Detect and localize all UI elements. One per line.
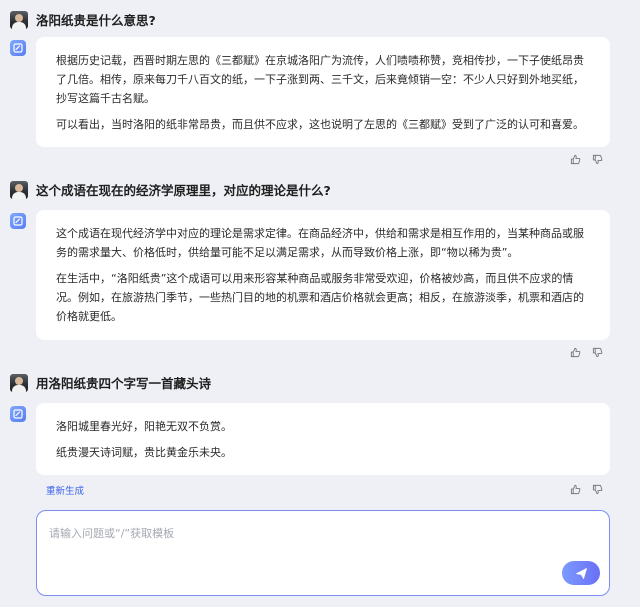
paper-plane-icon: [575, 567, 587, 579]
poem-line: 洛阳城里春光好，阳艳无双不负赏。: [56, 420, 232, 433]
chat-input-box: [36, 510, 610, 596]
thumbs-up-icon[interactable]: [568, 152, 582, 166]
answer-card: 根据历史记载，西晋时期左思的《三都赋》在京城洛阳广为流传，人们啧啧称赞，竞相传抄…: [36, 37, 610, 147]
answer-paragraph: 这个成语在现代经济学中对应的理论是需求定律。在商品经济中，供给和需求是相互作用的…: [56, 227, 584, 259]
user-question-row: 这个成语在现在的经济学原理里，对应的理论是什么?: [10, 180, 331, 199]
user-question-text: 用洛阳纸贵四个字写一首藏头诗: [36, 376, 212, 391]
user-avatar: [10, 373, 28, 392]
send-button[interactable]: [562, 561, 600, 585]
user-avatar: [10, 10, 28, 29]
answer-card: 这个成语在现代经济学中对应的理论是需求定律。在商品经济中，供给和需求是相互作用的…: [36, 210, 610, 340]
answer-card: 洛阳城里春光好，阳艳无双不负赏。 纸贵漫天诗词赋，贵比黄金乐未央。: [36, 403, 610, 475]
answer-paragraph: 根据历史记载，西晋时期左思的《三都赋》在京城洛阳广为流传，人们啧啧称赞，竞相传抄…: [56, 54, 584, 105]
user-question-row: 用洛阳纸贵四个字写一首藏头诗: [10, 373, 211, 392]
thumbs-down-icon[interactable]: [590, 482, 604, 496]
user-avatar: [10, 180, 28, 199]
answer-paragraph: 在生活中，“洛阳纸贵”这个成语可以用来形容某种商品或服务非常受欢迎，价格被炒高，…: [56, 272, 584, 323]
thumbs-down-icon[interactable]: [590, 152, 604, 166]
feedback-buttons: [568, 345, 604, 359]
chat-bot-icon: [10, 213, 26, 229]
thumbs-up-icon[interactable]: [568, 345, 582, 359]
answer-paragraph: 可以看出，当时洛阳的纸非常昂贵，而且供不应求，这也说明了左思的《三都赋》受到了广…: [56, 118, 584, 131]
regenerate-button[interactable]: 重新生成: [46, 483, 84, 497]
question-input[interactable]: [37, 511, 609, 595]
feedback-buttons: [568, 482, 604, 496]
user-question-text: 洛阳纸贵是什么意思?: [36, 13, 156, 28]
feedback-buttons: [568, 152, 604, 166]
user-question-text: 这个成语在现在的经济学原理里，对应的理论是什么?: [36, 183, 331, 198]
thumbs-up-icon[interactable]: [568, 482, 582, 496]
chat-bot-icon: [10, 406, 26, 422]
user-question-row: 洛阳纸贵是什么意思?: [10, 10, 156, 29]
chat-bot-icon: [10, 40, 26, 56]
thumbs-down-icon[interactable]: [590, 345, 604, 359]
poem-line: 纸贵漫天诗词赋，贵比黄金乐未央。: [56, 446, 232, 459]
